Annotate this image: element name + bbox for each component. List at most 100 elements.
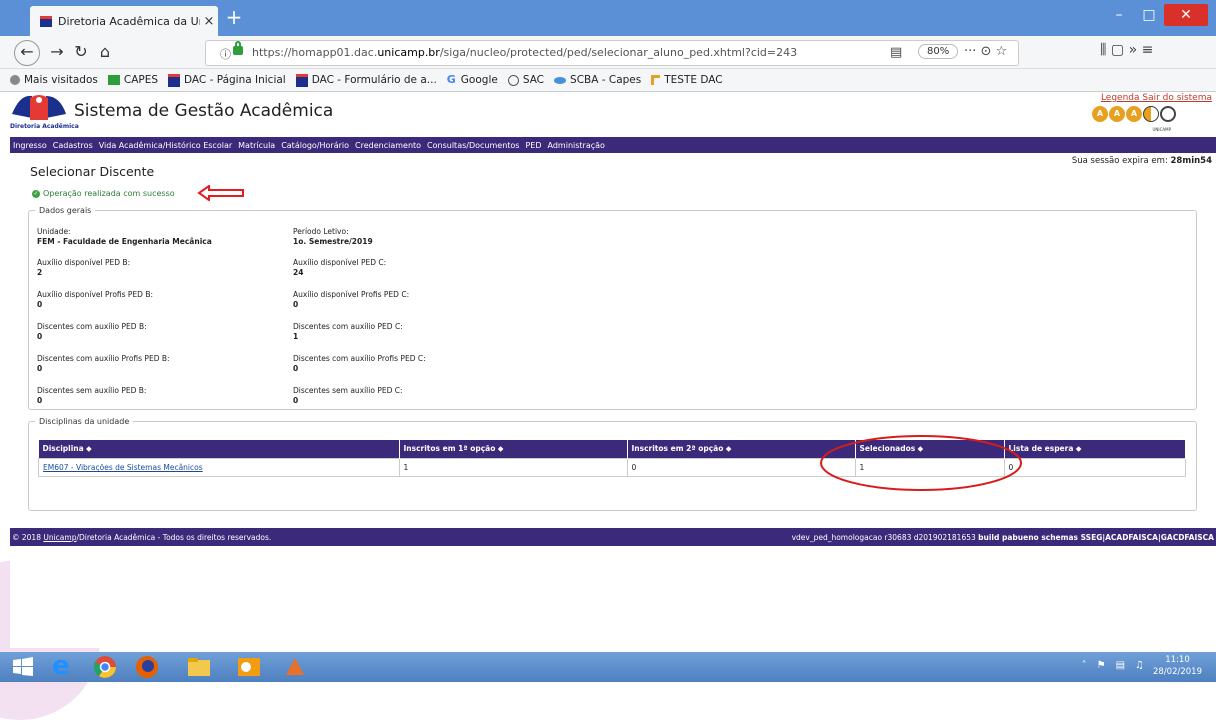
table-cell: 0 xyxy=(1003,458,1186,477)
volume-icon[interactable]: ♫ xyxy=(1135,660,1144,671)
field-com-auxilio-ped-b: Discentes com auxílio PED B: 0 xyxy=(37,322,147,341)
bookmark-dac-form[interactable]: DAC - Formulário de a... xyxy=(295,73,437,87)
page-footer: © 2018 Unicamp/Diretoria Acadêmica - Tod… xyxy=(10,528,1216,546)
tab-close-icon[interactable]: × xyxy=(200,14,218,29)
file-explorer-icon[interactable] xyxy=(186,655,212,679)
red-arrow-annotation xyxy=(197,185,244,201)
field-auxilio-profis-ped-c: Auxílio disponível Profis PED C: 0 xyxy=(293,290,410,309)
app-icon[interactable] xyxy=(282,655,308,679)
globe-icon xyxy=(507,74,519,86)
minimize-icon[interactable]: – xyxy=(1104,4,1134,26)
close-window-icon[interactable]: ✕ xyxy=(1164,4,1208,26)
field-auxilio-profis-ped-b: Auxílio disponível Profis PED B: 0 xyxy=(37,290,154,309)
firefox-icon[interactable] xyxy=(134,655,160,679)
clock-time: 11:10 xyxy=(1165,655,1190,665)
field-com-auxilio-ped-c: Discentes com auxílio PED C: 1 xyxy=(293,322,403,341)
reader-view-icon[interactable]: ▤ xyxy=(890,45,902,60)
home-icon[interactable]: ⌂ xyxy=(94,42,116,62)
session-timer: Sua sessão expira em: 28min54 xyxy=(1071,156,1212,166)
column-header-inscritos-1[interactable]: Inscritos em 1ª opção ⬥ xyxy=(399,440,628,459)
field-auxilio-ped-c: Auxílio disponível PED C: 24 xyxy=(293,258,387,277)
page-content: Sistema de Gestão Acadêmica Diretoria Ac… xyxy=(10,92,1216,648)
menu-administracao[interactable]: Administração xyxy=(548,141,605,150)
tab-title: Diretoria Acadêmica da Unican xyxy=(58,14,200,28)
field-com-auxilio-profis-ped-c: Discentes com auxílio Profis PED C: 0 xyxy=(293,354,426,373)
zoom-level-button[interactable]: 80% xyxy=(918,44,959,59)
menu-credenciamento[interactable]: Credenciamento xyxy=(355,141,421,150)
column-header-lista-espera[interactable]: Lista de espera ⬥ xyxy=(1004,440,1186,459)
field-periodo-letivo: Período Letivo: 1o. Semestre/2019 xyxy=(293,227,373,246)
system-tray: ˄ ⚑ ▤ ♫ xyxy=(1082,660,1144,671)
internet-explorer-icon[interactable]: e xyxy=(52,653,78,679)
capes-icon xyxy=(107,75,120,85)
disciplinas-legend: Disciplinas da unidade xyxy=(39,417,130,426)
bookmark-dac-home[interactable]: DAC - Página Inicial xyxy=(168,73,286,87)
header-links[interactable]: Legenda Sair do sistema xyxy=(1101,93,1212,103)
forward-arrow-icon[interactable]: → xyxy=(46,42,68,62)
page-title: Selecionar Discente xyxy=(30,164,155,179)
field-auxilio-ped-b: Auxílio disponível PED B: 2 xyxy=(37,258,131,277)
menu-ingresso[interactable]: Ingresso xyxy=(13,141,47,150)
dac-icon xyxy=(168,73,181,87)
windows-taskbar: e ˄ ⚑ ▤ ♫ 11:10 28/02/2019 xyxy=(0,652,1216,682)
browser-navbar: ← → ↻ ⌂ ⓘ https://homapp01.dac.unicamp.b… xyxy=(0,36,1216,69)
url-text: https://homapp01.dac.unicamp.br/siga/nuc… xyxy=(252,46,798,59)
menu-cadastros[interactable]: Cadastros xyxy=(53,141,93,150)
dac-logo-icon xyxy=(12,95,66,120)
menu-ped[interactable]: PED xyxy=(525,141,541,150)
menu-consultas-documentos[interactable]: Consultas/Documentos xyxy=(427,141,519,150)
menu-catalogo-horario[interactable]: Catálogo/Horário xyxy=(281,141,349,150)
red-ellipse-annotation xyxy=(820,435,1022,491)
teste-dac-icon xyxy=(651,75,661,85)
field-sem-auxilio-ped-c: Discentes sem auxílio PED C: 0 xyxy=(293,386,403,405)
copyright-text: © 2018 Unicamp/Diretoria Acadêmica - Tod… xyxy=(12,533,272,542)
bookmarks-bar: Mais visitados CAPES DAC - Página Inicia… xyxy=(0,69,1216,92)
field-com-auxilio-profis-ped-b: Discentes com auxílio Profis PED B: 0 xyxy=(37,354,170,373)
field-sem-auxilio-ped-b: Discentes sem auxílio PED B: 0 xyxy=(37,386,147,405)
info-icon[interactable]: ⓘ xyxy=(220,46,231,62)
flag-icon[interactable]: ⚑ xyxy=(1097,660,1106,671)
chrome-icon[interactable] xyxy=(92,655,118,679)
disciplina-link[interactable]: EM607 - Vibrações de Sistemas Mecânicos xyxy=(43,463,203,472)
bookmark-mais-visitados[interactable]: Mais visitados xyxy=(10,74,98,86)
scba-icon xyxy=(554,76,567,84)
new-tab-button[interactable]: + xyxy=(222,6,246,30)
bookmark-teste-dac[interactable]: TESTE DAC xyxy=(651,74,723,86)
clock-date: 28/02/2019 xyxy=(1153,667,1202,677)
bookmark-scba-capes[interactable]: SCBA - Capes xyxy=(554,74,641,86)
bookmark-google[interactable]: G Google xyxy=(447,74,498,86)
window-controls: – □ ✕ xyxy=(1104,4,1208,26)
windows-start-icon[interactable] xyxy=(10,655,36,679)
unicamp-caption: UNICAMP xyxy=(1152,127,1172,132)
bookmark-sac[interactable]: SAC xyxy=(507,74,544,86)
menu-matricula[interactable]: Matrícula xyxy=(238,141,275,150)
build-info: vdev_ped_homologacao r30683 d20190218165… xyxy=(791,533,1214,542)
page-actions-icon[interactable]: ··· ⊙ ☆ xyxy=(964,44,1007,59)
url-bar[interactable]: ⓘ https://homapp01.dac.unicamp.br/siga/n… xyxy=(205,40,1019,66)
google-icon: G xyxy=(446,73,456,86)
back-arrow-icon[interactable]: ← xyxy=(14,40,40,66)
dados-gerais-legend: Dados gerais xyxy=(39,206,92,215)
unicamp-link[interactable]: Unicamp xyxy=(43,533,76,542)
dac-icon xyxy=(295,73,308,87)
browser-tab[interactable]: Diretoria Acadêmica da Unican × xyxy=(30,6,218,36)
unicamp-logo-icon: AAA xyxy=(1092,106,1176,122)
maximize-icon[interactable]: □ xyxy=(1134,4,1164,26)
system-title: Sistema de Gestão Acadêmica xyxy=(74,101,334,121)
logo-caption: Diretoria Acadêmica xyxy=(10,123,79,130)
network-icon[interactable]: ▤ xyxy=(1116,660,1125,671)
gear-icon xyxy=(10,75,20,85)
dados-gerais-panel: Dados gerais Unidade: FEM - Faculdade de … xyxy=(28,206,1197,410)
outlook-icon[interactable] xyxy=(236,655,262,679)
bookmark-capes[interactable]: CAPES xyxy=(107,74,158,86)
lock-icon xyxy=(233,41,243,55)
reload-icon[interactable]: ↻ xyxy=(70,42,92,62)
toolbar-icons[interactable]: ⫼ ▢ » ≡ xyxy=(1100,42,1153,58)
dac-favicon-icon xyxy=(40,15,52,27)
tray-chevron-icon[interactable]: ˄ xyxy=(1082,660,1087,671)
taskbar-clock[interactable]: 11:10 28/02/2019 xyxy=(1153,654,1202,678)
field-unidade: Unidade: FEM - Faculdade de Engenharia Me… xyxy=(37,227,212,246)
menu-vida-academica[interactable]: Vida Acadêmica/Histórico Escolar xyxy=(99,141,232,150)
column-header-disciplina[interactable]: Disciplina ⬥ xyxy=(38,440,400,459)
check-icon: ✓ xyxy=(32,189,40,198)
